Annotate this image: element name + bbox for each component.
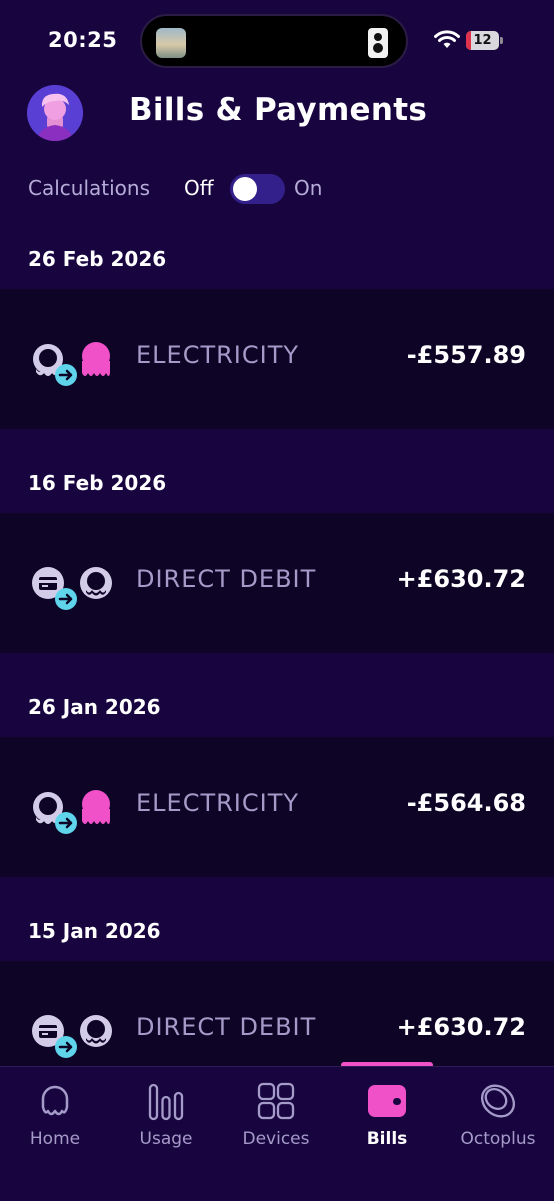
transaction-label: ELECTRICITY: [136, 789, 300, 817]
wifi-icon: [434, 30, 460, 48]
date-header: 15 Jan 2026: [0, 897, 554, 961]
nav-label: Usage: [139, 1129, 193, 1149]
pink-octopus-icon: [82, 342, 110, 376]
nav-label: Octoplus: [460, 1129, 536, 1149]
account-octopus-icon: [80, 567, 112, 599]
transaction-row[interactable]: ELECTRICITY -£557.89: [0, 289, 554, 429]
direct-debit-payment-icon: [32, 567, 112, 610]
date-label: 26 Feb 2026: [28, 247, 167, 271]
nav-label: Bills: [366, 1129, 408, 1149]
toggle-knob: [233, 177, 257, 201]
transaction-amount: -£564.68: [406, 789, 526, 817]
battery-icon: 12: [466, 31, 499, 50]
date-label: 15 Jan 2026: [28, 919, 161, 943]
nav-label: Home: [29, 1129, 81, 1149]
nav-label: Devices: [242, 1129, 310, 1149]
status-bar: 20:25 12: [0, 0, 554, 80]
octoplus-coin-icon: [481, 1084, 515, 1118]
nav-item-usage[interactable]: Usage: [116, 1067, 216, 1167]
battery-tip: [500, 37, 503, 44]
nav-item-home[interactable]: Home: [5, 1067, 105, 1167]
transaction-row[interactable]: DIRECT DEBIT +£630.72: [0, 513, 554, 653]
transaction-row[interactable]: ELECTRICITY -£564.68: [0, 737, 554, 877]
date-label: 16 Feb 2026: [28, 471, 167, 495]
pink-octopus-icon: [82, 790, 110, 824]
nav-item-octoplus[interactable]: Octoplus: [448, 1067, 548, 1167]
calculations-off-label: Off: [184, 176, 214, 200]
date-header: 26 Feb 2026: [0, 225, 554, 289]
account-octopus-icon: [80, 1015, 112, 1047]
transaction-amount: +£630.72: [396, 1013, 526, 1041]
octopus-icon: [41, 1085, 69, 1116]
direct-debit-payment-icon: [32, 1015, 112, 1058]
date-header: 16 Feb 2026: [0, 449, 554, 513]
status-time: 20:25: [48, 28, 118, 52]
date-label: 26 Jan 2026: [28, 695, 161, 719]
usage-bars-icon: [148, 1083, 184, 1121]
calculations-toggle[interactable]: [230, 174, 285, 204]
date-header: 26 Jan 2026: [0, 673, 554, 737]
avatar-icon: [27, 85, 83, 141]
bottom-nav: Home Usage Devices Bills Octoplus: [0, 1066, 554, 1201]
calculations-on-label: On: [294, 176, 323, 200]
transaction-label: DIRECT DEBIT: [136, 565, 317, 593]
transaction-amount: +£630.72: [396, 565, 526, 593]
battery-level: 12: [473, 33, 492, 48]
devices-grid-icon: [257, 1082, 295, 1120]
media-thumbnail-icon: [156, 28, 186, 58]
transaction-amount: -£557.89: [406, 341, 526, 369]
speaker-icon: [368, 28, 388, 58]
dynamic-island[interactable]: [140, 14, 408, 68]
calculations-label: Calculations: [28, 176, 150, 200]
electricity-payment-icon: [33, 790, 110, 834]
wallet-icon: [368, 1085, 406, 1117]
avatar[interactable]: [27, 85, 83, 141]
transaction-label: DIRECT DEBIT: [136, 1013, 317, 1041]
nav-item-devices[interactable]: Devices: [226, 1067, 326, 1167]
transaction-label: ELECTRICITY: [136, 341, 300, 369]
nav-item-bills[interactable]: Bills: [337, 1067, 437, 1167]
electricity-payment-icon: [33, 342, 110, 386]
page-title: Bills & Payments: [129, 92, 428, 128]
